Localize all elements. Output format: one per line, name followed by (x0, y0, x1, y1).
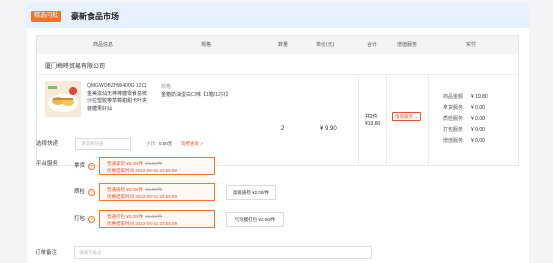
order-note-label: 订单备注 (35, 250, 58, 256)
subtotal-value: 0.00元 (159, 141, 173, 146)
spec-value: 金箱奶油蛋白口味【1箱/12只】 (161, 92, 231, 98)
help-icon[interactable]: ? (88, 163, 95, 170)
shipping-label: 选择快递 (36, 141, 59, 147)
help-icon[interactable]: ? (88, 189, 95, 196)
payment-summary: 商品金额 ¥ 19.80 拿货服务 ¥ 0.00 质检服务 ¥ 0.00 打包服务 ¥ … (433, 92, 515, 147)
column-divider (428, 74, 429, 166)
item-unit-price: ¥ 9.90 (320, 126, 337, 132)
col-paid: 实付 (466, 42, 477, 48)
inspection-option-advanced[interactable]: 高级质检 ¥2.00/件 (226, 185, 276, 200)
item-quantity: 2 (281, 126, 285, 132)
col-product: 商品信息 (93, 42, 114, 48)
row-divider (37, 74, 518, 75)
col-quantity: 数量 (278, 42, 289, 48)
shipping-rate-link[interactable]: 资费查询 > (181, 140, 203, 148)
product-name[interactable]: QMGWOBZHW400G 12口金美滋仙无棒棒糖零食总统沙拉塑胶带草莓甜甜卡叶… (87, 83, 151, 113)
col-total: 合计 (367, 42, 378, 48)
order-note-input[interactable]: 请填写备注 (74, 246, 372, 259)
store-badge: 精选闪批 (31, 11, 62, 22)
pickup-option-selected[interactable]: 普通拿货 ¥0.00/件 ¥1.00/件 优惠结束时间 2022-08-31 23… (99, 157, 215, 175)
col-value-service: 增值服务 (397, 42, 418, 48)
item-total: 共2件 ¥19.80 (365, 114, 380, 128)
summary-row: 商品金额 ¥ 19.80 (442, 94, 488, 100)
platform-services-label: 平台服务 (36, 161, 59, 167)
service-name-packing: 打包 (73, 216, 85, 222)
help-icon[interactable]: ? (88, 216, 95, 223)
col-unit-price: 单价(元) (316, 42, 335, 48)
total-count: 共2件 (365, 114, 378, 120)
table-header: 商品信息 规格 数量 单价(元) 合计 增值服务 实付 (37, 36, 518, 54)
summary-row: 拿货服务 ¥ 0.00 (442, 105, 485, 111)
column-divider (386, 74, 387, 166)
value-service-dropdown[interactable]: 增值服务 ⌄ (392, 112, 422, 121)
chevron-down-icon: ⌄ (414, 114, 419, 119)
summary-row: 质检服务 ¥ 0.00 (442, 116, 485, 122)
store-title: 豪新食品市场 (71, 12, 119, 21)
col-spec: 规格 (201, 42, 212, 48)
column-divider (358, 74, 359, 166)
spec-label: 规格 (161, 84, 172, 90)
shipping-select[interactable]: 请选择快递 (75, 138, 131, 150)
food-product-thumbnail[interactable] (45, 81, 81, 117)
seller-name: 厦门梅咚贸易有限公司 (45, 64, 106, 70)
store-header: 精选闪批 豪新食品市场 (27, 3, 529, 28)
order-confirm-page: 精选闪批 豪新食品市场 商品信息 规格 数量 单价(元) 合计 增值服务 实付 … (27, 3, 529, 263)
service-name-inspection: 质检 (73, 189, 85, 195)
summary-row: 增值服务 ¥ 0.00 (442, 138, 485, 144)
value-service-label: 增值服务 (395, 114, 413, 119)
packing-option-selected[interactable]: 普通打包 ¥0.00/件 ¥1.00/件 优惠结束时间 2022-08-31 23… (99, 210, 215, 228)
subtotal-label: 小计: (146, 141, 157, 146)
packing-option-bubble-wrap[interactable]: 气泡膜打包 ¥2.00/件 (226, 212, 284, 227)
product-spec: 规格金箱奶油蛋白口味【1箱/12只】 (161, 83, 241, 99)
summary-row: 打包服务 ¥ 0.00 (442, 127, 485, 133)
inspection-option-selected[interactable]: 普通质检 ¥0.00/件 ¥1.00/件 优惠结束时间 2022-08-31 23… (99, 183, 215, 201)
total-amount: ¥19.80 (365, 121, 381, 127)
service-name-pickup: 拿货 (73, 163, 85, 169)
